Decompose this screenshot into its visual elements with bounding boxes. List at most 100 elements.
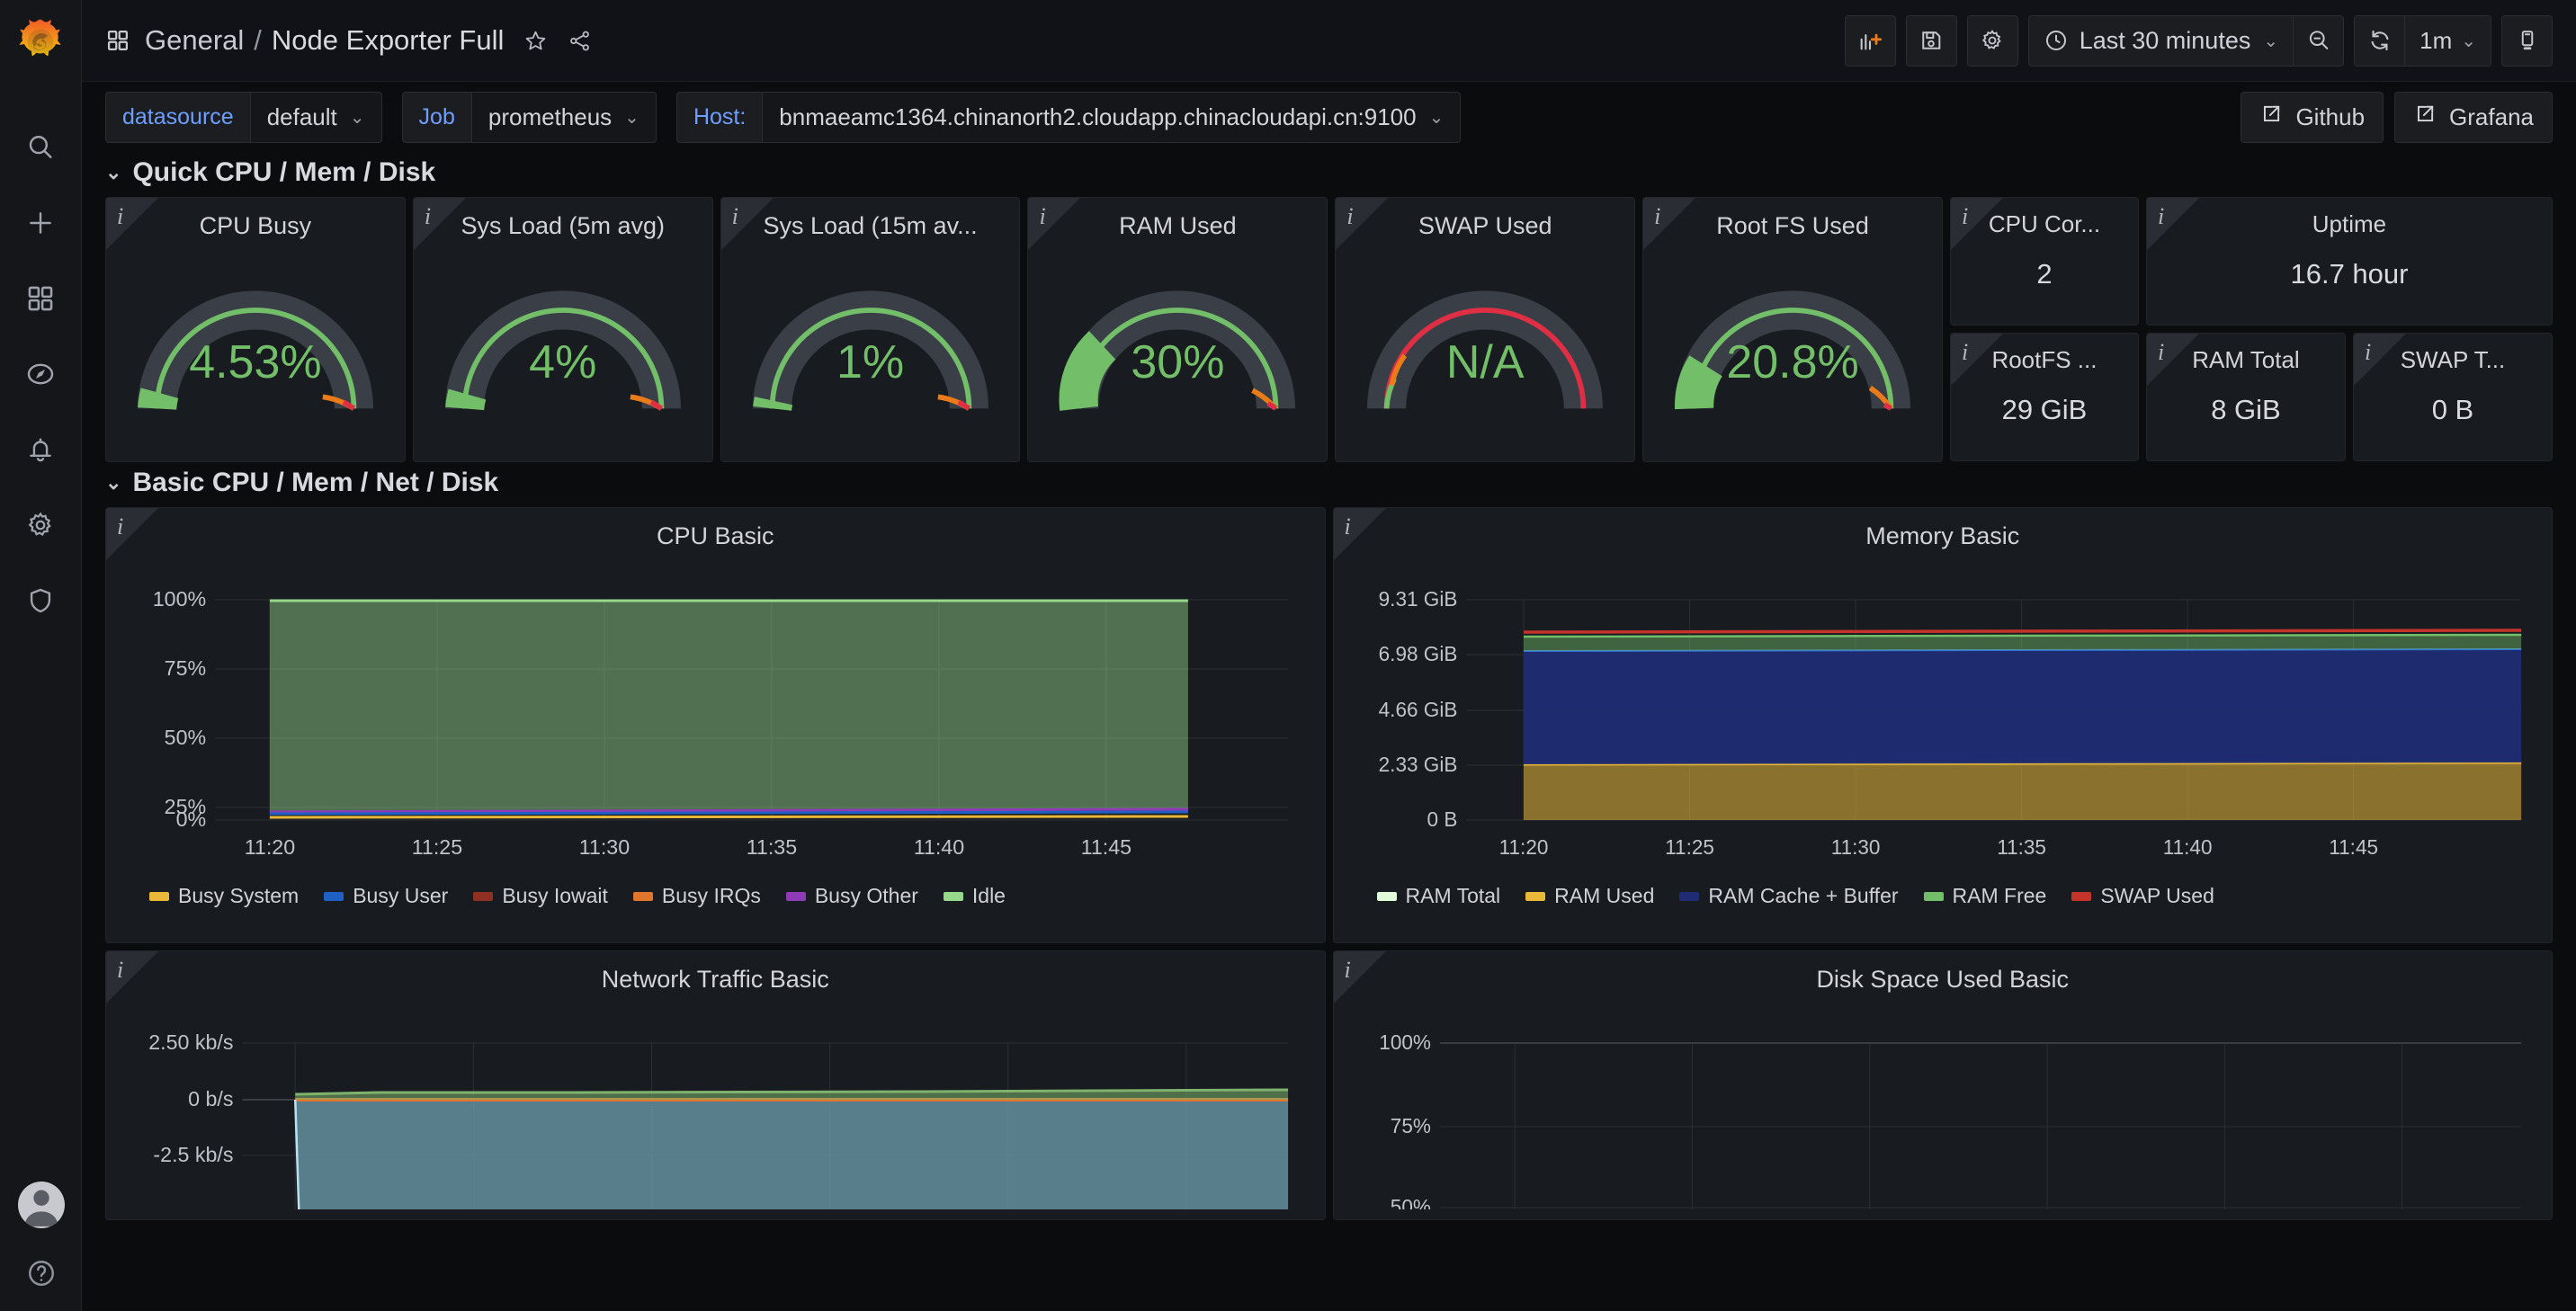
- panel-rootfs-total[interactable]: i RootFS ... 29 GiB: [1949, 333, 2139, 461]
- panel-cpu-cores[interactable]: i CPU Cor... 2: [1949, 197, 2139, 326]
- grafana-link-label: Grafana: [2449, 103, 2534, 130]
- github-link-label: Github: [2295, 103, 2366, 130]
- graph-row-2: i Network Traffic Basic 2.50 kb/s 0 b/s …: [105, 950, 2553, 1220]
- refresh-interval-picker[interactable]: 1m ⌄: [2404, 14, 2491, 67]
- sidebar-item-explore[interactable]: [15, 349, 66, 399]
- panel-info-icon[interactable]: i: [117, 957, 123, 984]
- legend-item[interactable]: RAM Free: [1923, 884, 2046, 908]
- legend-label: RAM Used: [1554, 884, 1655, 907]
- breadcrumb-folder[interactable]: General: [145, 24, 244, 57]
- svg-text:11:20: 11:20: [245, 835, 295, 859]
- panel-info-icon[interactable]: i: [1039, 203, 1045, 230]
- legend-item[interactable]: Busy IRQs: [632, 884, 761, 908]
- variable-value-job[interactable]: prometheus ⌄: [470, 91, 657, 143]
- graph-row-1: i CPU Basic 100% 75% 50% 25% 0% 11:20 11…: [105, 507, 2553, 943]
- gauge-arc: [1059, 290, 1296, 411]
- variable-value-host[interactable]: bnmaeamc1364.chinanorth2.cloudapp.chinac…: [762, 91, 1462, 143]
- panel-cpu-busy[interactable]: i CPU Busy 4.53%: [105, 197, 406, 462]
- disk-space-plot: 100% 75% 50%: [1379, 1030, 2521, 1218]
- legend-item[interactable]: Busy Other: [785, 884, 918, 908]
- panel-info-icon[interactable]: i: [117, 203, 123, 230]
- sidebar-item-alerting[interactable]: [15, 424, 66, 475]
- gauge: N/A: [1336, 245, 1634, 416]
- legend-item[interactable]: RAM Total: [1376, 884, 1501, 908]
- memory-basic-legend: RAM Total RAM Used RAM Cache + Buffer RA…: [1334, 878, 2553, 908]
- panel-swap-total[interactable]: i SWAP T... 0 B: [2352, 333, 2553, 461]
- save-dashboard-button[interactable]: [1905, 14, 1957, 67]
- variable-value-datasource[interactable]: default ⌄: [249, 91, 382, 143]
- gauge-arc: [444, 290, 681, 411]
- panel-info-icon[interactable]: i: [2365, 339, 2371, 366]
- panel-disk-space-used-basic[interactable]: i Disk Space Used Basic 100% 75% 50%: [1332, 950, 2553, 1220]
- legend-label: Busy User: [353, 884, 449, 907]
- sidebar-item-server-admin[interactable]: [15, 575, 66, 626]
- panel-info-icon[interactable]: i: [1654, 203, 1660, 230]
- panel-info-icon[interactable]: i: [732, 203, 738, 230]
- github-link-button[interactable]: Github: [2241, 91, 2384, 143]
- gauge: 4%: [414, 245, 712, 416]
- legend-item[interactable]: SWAP Used: [2071, 884, 2214, 908]
- panel-info-icon[interactable]: i: [2158, 339, 2164, 366]
- cpu-basic-plot: 100% 75% 50% 25% 0% 11:20 11:25 11:30 11…: [153, 587, 1289, 859]
- legend-item[interactable]: Busy User: [324, 884, 448, 908]
- panel-swap-used[interactable]: i SWAP Used N/A: [1335, 197, 1636, 462]
- breadcrumb: General / Node Exporter Full: [145, 24, 504, 57]
- panel-network-traffic-basic[interactable]: i Network Traffic Basic 2.50 kb/s 0 b/s …: [105, 950, 1326, 1220]
- template-variables-bar: datasource default ⌄ Job prometheus ⌄ Ho…: [82, 82, 2576, 152]
- avatar[interactable]: [17, 1182, 65, 1228]
- row-header-quick[interactable]: ⌄ Quick CPU / Mem / Disk: [82, 152, 2576, 197]
- panel-info-icon[interactable]: i: [1345, 957, 1351, 984]
- panel-corner: [1333, 951, 1386, 1003]
- sidebar-item-search[interactable]: [15, 122, 66, 173]
- legend-item[interactable]: RAM Cache + Buffer: [1679, 884, 1899, 908]
- stat-row-bottom: i RootFS ... 29 GiB i RAM Total 8 GiB i …: [1949, 333, 2553, 461]
- panel-root-fs-used[interactable]: i Root FS Used 20.8%: [1642, 197, 1943, 462]
- dashboard-settings-button[interactable]: [1966, 14, 2018, 67]
- legend-label: RAM Total: [1405, 884, 1501, 907]
- time-range-picker[interactable]: Last 30 minutes ⌄: [2027, 14, 2294, 67]
- svg-text:50%: 50%: [1390, 1195, 1430, 1209]
- panel-info-icon[interactable]: i: [425, 203, 431, 230]
- svg-text:0 B: 0 B: [1427, 807, 1457, 831]
- main-content: General / Node Exporter Full Last 30 min…: [82, 0, 2576, 1311]
- panel-info-icon[interactable]: i: [1346, 203, 1353, 230]
- row-header-basic[interactable]: ⌄ Basic CPU / Mem / Net / Disk: [82, 462, 2576, 507]
- tv-mode-button[interactable]: [2501, 14, 2553, 67]
- legend-swatch: [1923, 891, 1944, 901]
- panel-info-icon[interactable]: i: [117, 513, 123, 540]
- panel-ram-total[interactable]: i RAM Total 8 GiB: [2145, 333, 2346, 461]
- sidebar-item-create[interactable]: [15, 198, 66, 248]
- star-icon[interactable]: [523, 29, 548, 53]
- svg-text:75%: 75%: [1390, 1114, 1430, 1137]
- legend-item[interactable]: RAM Used: [1525, 884, 1654, 908]
- help-icon[interactable]: [16, 1248, 67, 1298]
- gauge-value: N/A: [1445, 336, 1525, 388]
- page-title[interactable]: Node Exporter Full: [272, 24, 504, 57]
- sidebar-item-dashboards[interactable]: [15, 273, 66, 324]
- panel-cpu-basic[interactable]: i CPU Basic 100% 75% 50% 25% 0% 11:20 11…: [105, 507, 1326, 943]
- quick-row-panels: i CPU Busy 4.53% i Sys Load (5m avg) 4% …: [82, 197, 2576, 462]
- legend-item[interactable]: Busy Iowait: [473, 884, 608, 908]
- panel-info-icon[interactable]: i: [1962, 203, 1968, 230]
- panel-sys-load-5m[interactable]: i Sys Load (5m avg) 4%: [412, 197, 713, 462]
- add-panel-button[interactable]: [1844, 14, 1896, 67]
- share-icon[interactable]: [568, 29, 592, 53]
- panel-uptime[interactable]: i Uptime 16.7 hour: [2145, 197, 2553, 326]
- sidebar-item-configuration[interactable]: [15, 500, 66, 550]
- legend-swatch: [632, 891, 653, 901]
- panel-ram-used[interactable]: i RAM Used 30%: [1027, 197, 1328, 462]
- panel-sys-load-15m[interactable]: i Sys Load (15m av... 1%: [720, 197, 1021, 462]
- grafana-link-button[interactable]: Grafana: [2394, 91, 2553, 143]
- panel-info-icon[interactable]: i: [1962, 339, 1968, 366]
- legend-item[interactable]: Idle: [943, 884, 1006, 908]
- panel-memory-basic[interactable]: i Memory Basic 9.31 GiB 6.98 GiB 4.66 Gi…: [1332, 507, 2553, 943]
- grafana-logo-icon[interactable]: [14, 16, 67, 68]
- topbar-actions: Last 30 minutes ⌄ 1m ⌄: [1844, 14, 2553, 67]
- grafana-app: General / Node Exporter Full Last 30 min…: [0, 0, 2576, 1311]
- refresh-button[interactable]: [2354, 14, 2406, 67]
- zoom-out-time-button[interactable]: [2293, 14, 2345, 67]
- time-range-label: Last 30 minutes: [2079, 26, 2251, 54]
- panel-info-icon[interactable]: i: [2158, 203, 2164, 230]
- panel-info-icon[interactable]: i: [1345, 513, 1351, 540]
- legend-item[interactable]: Busy System: [149, 884, 299, 908]
